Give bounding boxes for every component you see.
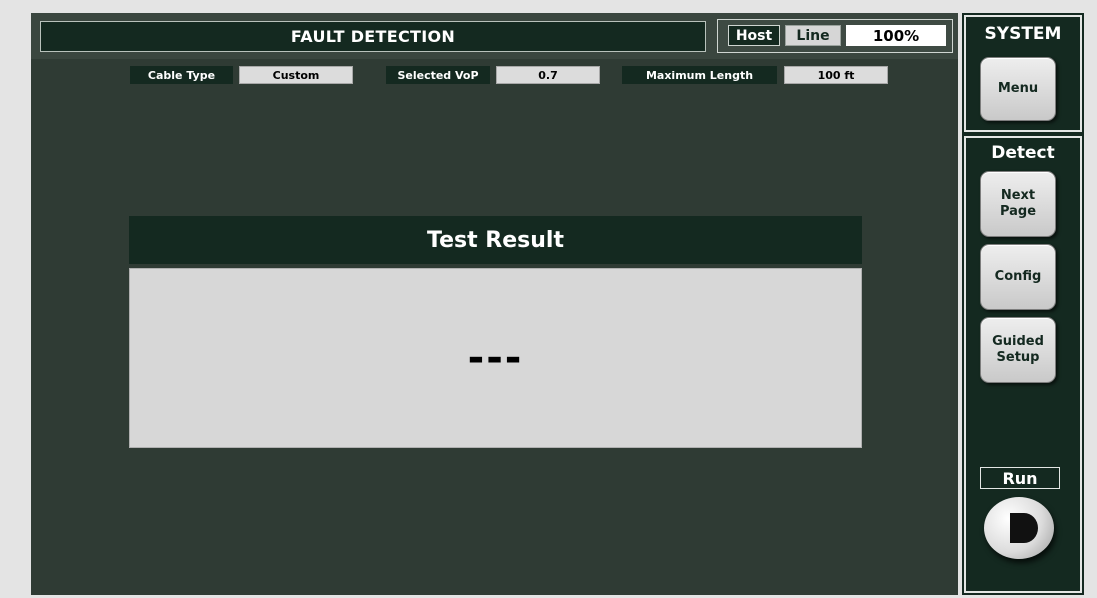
selected-vop-label: Selected VoP xyxy=(386,66,490,84)
menu-button[interactable]: Menu xyxy=(980,57,1056,121)
maximum-length-label: Maximum Length xyxy=(622,66,777,84)
host-indicator[interactable]: Host xyxy=(728,25,780,46)
page-title: FAULT DETECTION xyxy=(40,21,706,52)
next-page-button[interactable]: Next Page xyxy=(980,171,1056,237)
percent-readout: 100% xyxy=(846,25,946,46)
config-button[interactable]: Config xyxy=(980,244,1056,310)
run-knob-icon[interactable] xyxy=(984,497,1054,559)
line-indicator[interactable]: Line xyxy=(785,25,841,46)
selected-vop-value: 0.7 xyxy=(496,66,600,84)
test-result-value: --- xyxy=(467,335,524,381)
maximum-length-value: 100 ft xyxy=(784,66,888,84)
system-title: SYSTEM xyxy=(984,24,1062,44)
cable-type-value: Custom xyxy=(239,66,353,84)
detect-title: Detect xyxy=(991,143,1055,163)
guided-setup-button[interactable]: Guided Setup xyxy=(980,317,1056,383)
test-result-title: Test Result xyxy=(129,216,862,264)
run-label: Run xyxy=(980,467,1060,489)
test-result-panel: --- xyxy=(129,268,862,448)
run-indicator-icon xyxy=(1010,513,1038,543)
cable-type-label: Cable Type xyxy=(130,66,233,84)
